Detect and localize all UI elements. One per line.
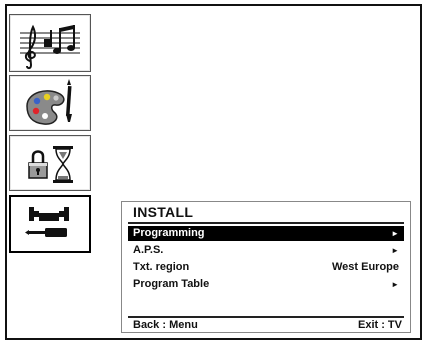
menu-item-label: A.P.S. [133,244,164,256]
menu-item-label: Program Table [133,278,210,290]
menu-item-aps[interactable]: A.P.S. ► [128,243,404,258]
sidebar-item-install[interactable] [9,195,91,253]
back-hint: Back : Menu [133,319,198,331]
sidebar-item-sound[interactable] [9,14,91,72]
sidebar-item-features[interactable] [9,135,91,191]
menu-divider [128,222,404,224]
lock-hourglass-icon [28,146,73,183]
menu-title: INSTALL [133,204,194,220]
menu-divider [128,316,404,318]
arrow-right-icon: ► [391,246,399,255]
menu-item-label: Txt. region [133,261,190,273]
menu-item-txt-region[interactable]: Txt. region West Europe [128,260,404,275]
music-notes-icon [20,24,80,70]
paint-palette-icon [26,79,72,125]
menu-item-programming[interactable]: Programming ► [128,226,404,241]
arrow-right-icon: ► [391,229,399,238]
install-menu: INSTALL Programming ► A.P.S. ► Txt. regi… [121,201,411,333]
menu-item-program-table[interactable]: Program Table ► [128,277,404,292]
wrench-screwdriver-icon [25,207,69,237]
menu-item-value: West Europe [331,261,399,273]
exit-hint: Exit : TV [357,319,402,331]
arrow-right-icon: ► [391,280,399,289]
menu-item-label: Programming [133,227,205,239]
sidebar-item-picture[interactable] [9,75,91,131]
